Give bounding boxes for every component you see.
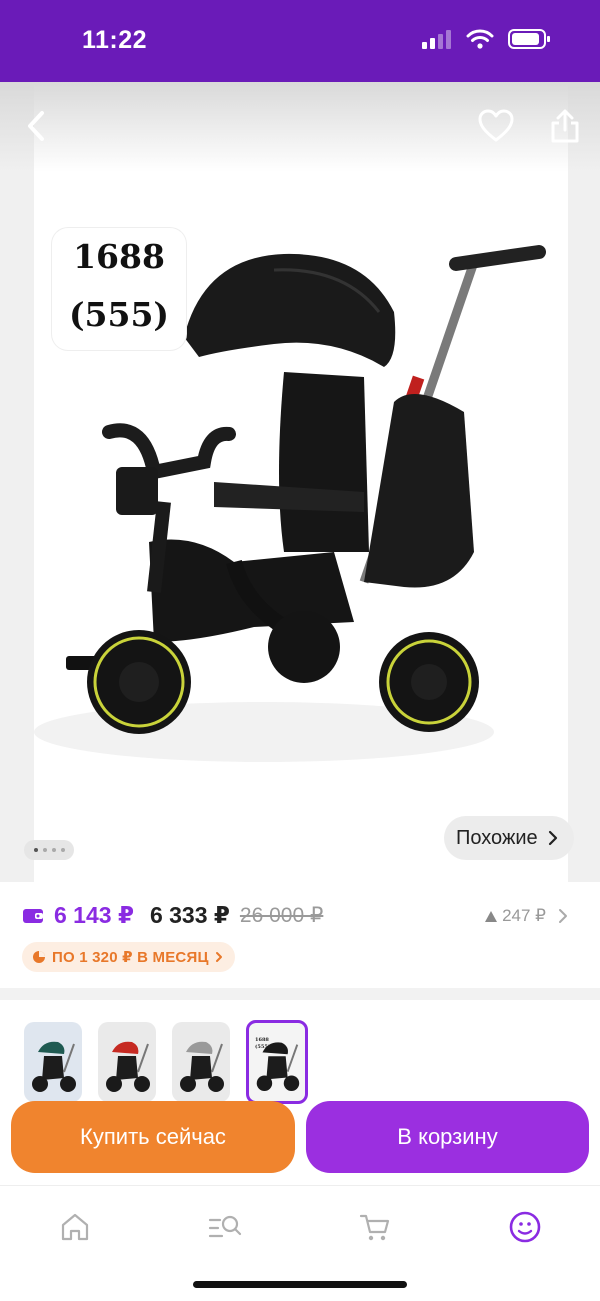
variant-thumb-black[interactable]: 1688 (555) bbox=[246, 1020, 308, 1104]
variant-mini-label-line2: (555) bbox=[255, 1044, 271, 1050]
tricycle-image bbox=[34, 245, 546, 762]
regular-price: 6 333 ₽ bbox=[149, 902, 230, 928]
variant-selector: 1688 (555) bbox=[0, 1000, 600, 1110]
battery-icon bbox=[508, 29, 550, 49]
wallet-card-icon bbox=[23, 908, 43, 923]
price-history-button[interactable]: 247 ₽ bbox=[485, 906, 568, 926]
share-icon bbox=[551, 109, 579, 143]
installment-badge[interactable]: ПО 1 320 ₽ В МЕСЯЦ bbox=[22, 942, 235, 972]
status-icons bbox=[422, 28, 552, 50]
share-button[interactable] bbox=[545, 106, 585, 146]
price-card: 6 143 ₽ 6 333 ₽ 26 000 ₽ 247 ₽ ПО 1 320 … bbox=[0, 882, 600, 988]
profile-icon bbox=[509, 1211, 541, 1243]
section-divider bbox=[0, 988, 600, 1000]
similar-button[interactable]: Похожие bbox=[444, 816, 574, 860]
add-to-cart-button[interactable]: В корзину bbox=[306, 1101, 589, 1173]
variant-thumb-red[interactable] bbox=[98, 1022, 156, 1102]
chevron-right-icon bbox=[548, 830, 557, 846]
product-image-label-line1: 1688 bbox=[73, 237, 165, 276]
home-icon bbox=[61, 1213, 89, 1241]
tricycle-thumb-image bbox=[32, 1041, 76, 1092]
variant-mini-label: 1688 (555) bbox=[255, 1037, 270, 1051]
variant-thumb-green[interactable] bbox=[24, 1022, 82, 1102]
nav-tab-catalog[interactable] bbox=[200, 1202, 250, 1252]
product-image-label: 1688 (555) bbox=[52, 228, 186, 350]
signal-icon bbox=[422, 30, 451, 49]
tricycle-thumb-image bbox=[180, 1041, 224, 1092]
nav-tab-cart[interactable] bbox=[350, 1202, 400, 1252]
heart-icon bbox=[478, 109, 514, 142]
card-price: 6 143 ₽ bbox=[54, 902, 134, 928]
nav-tab-profile[interactable] bbox=[500, 1202, 550, 1252]
pie-chart-icon bbox=[33, 951, 45, 963]
tricycle-thumb-image bbox=[256, 1042, 300, 1091]
chevron-left-icon bbox=[28, 111, 44, 141]
chevron-right-icon bbox=[559, 909, 567, 923]
product-image-label-line2: (555) bbox=[68, 295, 170, 334]
installment-text: ПО 1 320 ₽ В МЕСЯЦ bbox=[52, 949, 209, 966]
product-photo[interactable] bbox=[34, 82, 568, 882]
variant-mini-label-line1: 1688 bbox=[255, 1037, 269, 1043]
pager-dot bbox=[33, 848, 38, 852]
price-row: 6 143 ₽ 6 333 ₽ 26 000 ₽ bbox=[22, 902, 323, 929]
pager-dot bbox=[42, 848, 47, 852]
status-time: 11:22 bbox=[82, 26, 148, 54]
pager-dot bbox=[51, 848, 56, 852]
nav-tab-home[interactable] bbox=[50, 1202, 100, 1252]
triangle-up-icon bbox=[485, 910, 498, 922]
old-price: 26 000 ₽ bbox=[239, 904, 324, 927]
product-image-gallery[interactable]: 1688 (555) Похожие bbox=[0, 82, 600, 882]
gallery-pager bbox=[24, 840, 74, 860]
catalog-search-icon bbox=[208, 1215, 242, 1238]
pager-dot bbox=[60, 848, 65, 852]
tricycle-thumb-image bbox=[106, 1041, 150, 1092]
wifi-icon bbox=[466, 29, 494, 49]
status-bar: 11:22 bbox=[0, 0, 600, 82]
buy-now-button[interactable]: Купить сейчас bbox=[11, 1101, 295, 1173]
cart-icon bbox=[359, 1214, 390, 1241]
home-indicator bbox=[193, 1281, 407, 1288]
back-button[interactable] bbox=[16, 106, 56, 146]
price-change: 247 ₽ bbox=[502, 906, 546, 925]
favorite-button[interactable] bbox=[476, 106, 516, 146]
chevron-right-icon bbox=[215, 952, 222, 962]
similar-label: Похожие bbox=[456, 826, 538, 849]
variant-thumb-grey[interactable] bbox=[172, 1022, 230, 1102]
